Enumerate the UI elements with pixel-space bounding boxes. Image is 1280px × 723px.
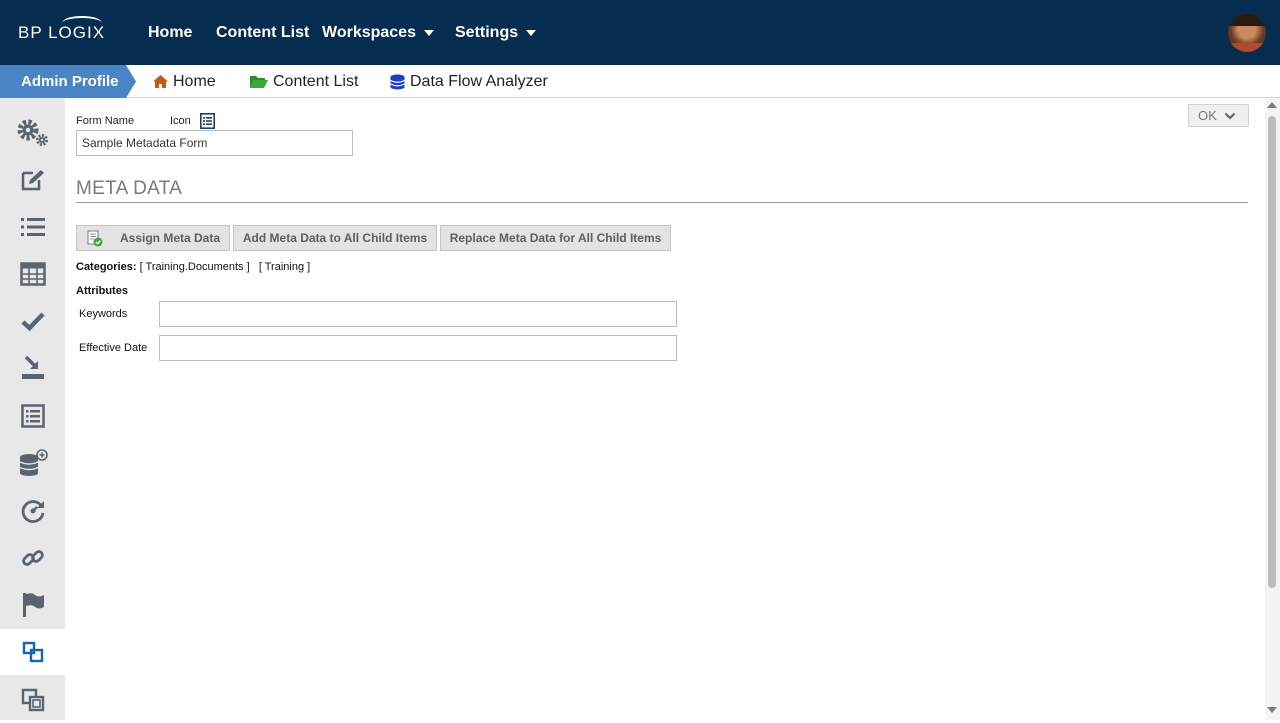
form-icon-picker-icon[interactable]	[200, 113, 215, 129]
scroll-up-arrow-icon[interactable]	[1267, 102, 1277, 108]
home-icon	[153, 75, 168, 88]
icon-label: Icon	[170, 115, 191, 127]
avatar-hair	[1228, 14, 1266, 26]
attributes-title: Attributes	[76, 285, 128, 297]
keywords-input[interactable]	[159, 301, 677, 327]
breadcrumb-home[interactable]: Home	[152, 65, 216, 98]
link-icon	[21, 550, 44, 566]
main-nav: Home Content List Workspaces Settings	[148, 0, 537, 65]
table-icon	[19, 262, 46, 286]
breadcrumb-admin-profile[interactable]: Admin Profile	[0, 65, 136, 98]
sidebar-item-table[interactable]	[0, 251, 65, 297]
breadcrumb: Admin Profile Home Content List Data Flo…	[0, 65, 1280, 98]
assign-meta-data-button[interactable]: Assign Meta Data	[76, 225, 230, 251]
list-alt-icon	[20, 404, 45, 428]
chevron-down-icon	[1224, 112, 1236, 120]
sidebar-item-copy[interactable]	[0, 677, 65, 723]
ok-button-label: OK	[1198, 108, 1217, 123]
sidebar-item-edit[interactable]	[0, 157, 65, 203]
category-training-documents[interactable]: [ Training.Documents ]	[140, 261, 250, 273]
scrollbar-thumb[interactable]	[1268, 116, 1276, 588]
form-name-input[interactable]: Sample Metadata Form	[76, 130, 353, 156]
sidebar-item-import[interactable]	[0, 345, 65, 391]
nav-home[interactable]: Home	[148, 24, 216, 42]
form-name-label: Form Name	[76, 115, 135, 127]
replace-meta-data-all-children-button[interactable]: Replace Meta Data for All Child Items	[440, 225, 671, 251]
category-training[interactable]: [ Training ]	[259, 261, 310, 273]
chevron-down-icon	[423, 29, 434, 36]
user-avatar[interactable]	[1228, 14, 1266, 52]
check-icon	[20, 312, 45, 331]
assign-meta-data-label: Assign Meta Data	[120, 231, 221, 245]
breadcrumb-content-list-label: Content List	[273, 72, 359, 90]
bplogix-logo[interactable]: BP LOGIX	[18, 16, 105, 46]
sidebar-item-metadata[interactable]	[0, 629, 65, 675]
nav-settings[interactable]: Settings	[455, 23, 537, 42]
nav-content-list-label: Content List	[216, 23, 310, 41]
add-meta-data-all-children-button[interactable]: Add Meta Data to All Child Items	[233, 225, 437, 251]
sidebar-item-list[interactable]	[0, 204, 65, 250]
breadcrumb-data-flow-analyzer[interactable]: Data Flow Analyzer	[389, 65, 548, 98]
main-content: Form Name Icon Sample Metadata Form META…	[65, 98, 1265, 720]
section-divider	[76, 202, 1248, 203]
nav-workspaces[interactable]: Workspaces	[322, 24, 455, 42]
chevron-down-icon	[526, 29, 537, 36]
clone-alt-icon	[21, 688, 44, 712]
database-icon	[390, 74, 405, 89]
add-meta-data-all-children-label: Add Meta Data to All Child Items	[242, 231, 428, 245]
database-plus-icon	[19, 449, 48, 476]
flag-icon	[22, 593, 44, 617]
nav-content-list[interactable]: Content List	[216, 24, 322, 42]
replace-meta-data-all-children-label: Replace Meta Data for All Child Items	[449, 231, 662, 245]
sidebar-item-settings[interactable]	[0, 109, 65, 155]
sidebar-item-dashboard[interactable]	[0, 488, 65, 534]
avatar-shirt	[1228, 43, 1266, 52]
categories-label: Categories:	[76, 261, 137, 273]
breadcrumb-active-label: Admin Profile	[21, 73, 119, 90]
download-tray-icon	[21, 355, 44, 379]
breadcrumb-data-flow-analyzer-label: Data Flow Analyzer	[410, 72, 548, 90]
clone-icon	[22, 641, 43, 663]
dashboard-refresh-icon	[21, 500, 44, 523]
folder-open-icon	[250, 76, 268, 88]
effective-date-input[interactable]	[159, 335, 677, 361]
edit-icon	[21, 170, 44, 191]
sidebar-item-approve[interactable]	[0, 298, 65, 344]
categories-line: Categories: [ Training.Documents ] [ Tra…	[76, 261, 310, 273]
sidebar-item-data-source[interactable]	[0, 440, 65, 486]
section-title-metadata: META DATA	[76, 178, 183, 199]
gears-icon	[17, 119, 48, 146]
breadcrumb-content-list[interactable]: Content List	[249, 65, 358, 98]
nav-home-label: Home	[148, 23, 193, 41]
top-navbar: BP LOGIX Home Content List Workspaces Se…	[0, 0, 1280, 65]
sidebar-item-links[interactable]	[0, 535, 65, 581]
effective-date-label: Effective Date	[79, 342, 148, 354]
scroll-down-arrow-icon[interactable]	[1267, 707, 1277, 713]
nav-workspaces-label: Workspaces	[322, 23, 416, 41]
sidebar-item-form-list[interactable]	[0, 393, 65, 439]
list-icon	[20, 218, 45, 236]
left-sidebar	[0, 98, 65, 720]
document-check-icon	[87, 230, 103, 246]
breadcrumb-home-label: Home	[173, 72, 216, 90]
ok-button[interactable]: OK	[1188, 104, 1249, 127]
keywords-label: Keywords	[79, 308, 128, 320]
logo-arc	[62, 16, 102, 30]
sidebar-item-milestones[interactable]	[0, 582, 65, 628]
nav-settings-label: Settings	[455, 23, 519, 41]
